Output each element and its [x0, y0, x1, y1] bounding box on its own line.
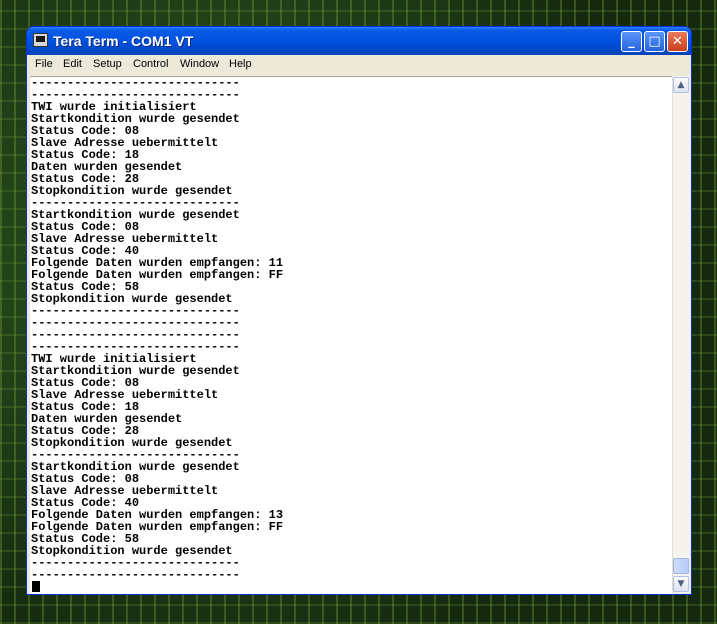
terminal-output[interactable]: ----------------------------- -----------… — [30, 76, 673, 594]
terminal-line: ----------------------------- — [31, 568, 240, 582]
text-cursor — [32, 581, 40, 592]
maximize-button[interactable]: □ — [644, 31, 665, 52]
scroll-up-button[interactable]: ▲ — [673, 77, 689, 93]
tera-term-window: Tera Term - COM1 VT _ □ ✕ File Edit Setu… — [26, 26, 692, 595]
menu-setup[interactable]: Setup — [93, 58, 122, 70]
vertical-scrollbar[interactable]: ▲ ▼ — [672, 76, 690, 593]
menu-bar: File Edit Setup Control Window Help — [30, 55, 688, 75]
window-title: Tera Term - COM1 VT — [53, 33, 194, 49]
close-button[interactable]: ✕ — [667, 31, 688, 52]
minimize-button[interactable]: _ — [621, 31, 642, 52]
menu-edit[interactable]: Edit — [63, 58, 82, 70]
scroll-down-button[interactable]: ▼ — [673, 576, 689, 592]
title-bar[interactable]: Tera Term - COM1 VT _ □ ✕ — [27, 27, 691, 55]
menu-control[interactable]: Control — [133, 58, 168, 70]
terminal-app-icon[interactable] — [33, 33, 48, 47]
menu-window[interactable]: Window — [180, 58, 219, 70]
menu-help[interactable]: Help — [229, 58, 252, 70]
scroll-thumb[interactable] — [673, 558, 689, 574]
menu-file[interactable]: File — [35, 58, 53, 70]
